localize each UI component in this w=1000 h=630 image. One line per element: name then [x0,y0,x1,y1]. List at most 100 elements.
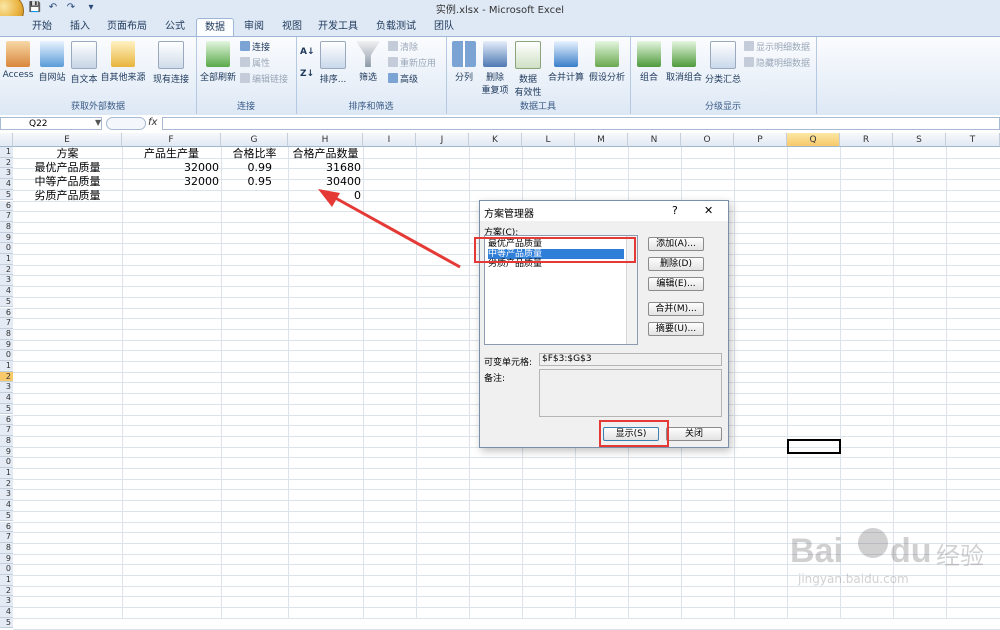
cell-production[interactable]: 32000 [122,162,219,174]
filter-button[interactable]: 筛选 [352,41,384,83]
sort-button[interactable]: 排序... [318,41,348,85]
help-icon[interactable]: ? [672,204,678,217]
column-header[interactable]: P [734,133,787,147]
select-all-corner[interactable] [0,133,13,147]
tab-load-test[interactable]: 负载测试 [368,18,424,35]
row-header[interactable]: 8 [0,221,13,233]
tab-page-layout[interactable]: 页面布局 [100,18,154,35]
close-icon[interactable]: ✕ [704,204,713,217]
tab-review[interactable]: 审阅 [236,18,272,35]
sort-za-icon[interactable]: Z↓ [300,67,314,81]
clear-button[interactable]: 清除 [388,41,418,55]
row-header[interactable]: 2 [0,264,13,276]
tab-developer[interactable]: 开发工具 [312,18,364,35]
row-header[interactable]: 2 [0,478,13,490]
row-header[interactable]: 9 [0,339,13,351]
cell-pass-rate[interactable]: 0.95 [221,176,273,188]
tab-data[interactable]: 数据 [196,18,234,36]
tab-insert[interactable]: 插入 [62,18,98,35]
column-header[interactable]: L [522,133,575,147]
row-header[interactable]: 7 [0,532,13,543]
sort-az-icon[interactable]: A↓ [300,45,315,59]
function-icon[interactable]: fx [148,117,157,128]
column-header[interactable]: T [946,133,1000,147]
column-header[interactable]: S [893,133,946,147]
row-header[interactable]: 5 [0,510,13,522]
row-header[interactable]: 9 [0,553,13,565]
column-header[interactable]: R [840,133,893,147]
row-header[interactable]: 5 [0,296,13,308]
merge-button[interactable]: 合并(M)... [648,302,704,316]
row-header[interactable]: 4 [0,500,13,511]
row-header[interactable]: 0 [0,457,13,468]
row-header[interactable]: 1 [0,147,13,158]
column-header-selected[interactable]: Q [787,133,840,147]
row-header[interactable]: 3 [0,382,13,394]
formula-input[interactable] [162,117,1000,130]
add-button[interactable]: 添加(A)... [648,237,704,251]
row-header[interactable]: 0 [0,564,13,575]
edit-links-button[interactable]: 编辑链接 [240,73,288,87]
row-header[interactable]: 5 [0,617,13,629]
row-header[interactable]: 0 [0,243,13,254]
row-header[interactable]: 2 [0,371,13,383]
row-header[interactable]: 6 [0,200,13,212]
row-header[interactable]: 5 [0,403,13,415]
summary-button[interactable]: 摘要(U)... [648,322,704,336]
cell-header-production[interactable]: 产品生产量 [122,148,221,160]
row-header[interactable]: 4 [0,607,13,618]
tab-home[interactable]: 开始 [24,18,60,35]
cell-header-scenario[interactable]: 方案 [13,148,122,160]
column-header[interactable]: K [469,133,522,147]
row-header[interactable]: 3 [0,596,13,608]
remove-duplicates-button[interactable]: 删除 重复项 [480,41,510,96]
ungroup-button[interactable]: 取消组合 [664,41,704,83]
hide-detail-button[interactable]: 隐藏明细数据 [744,57,810,71]
row-header[interactable]: 9 [0,446,13,458]
row-header[interactable]: 7 [0,425,13,436]
advanced-button[interactable]: 高级 [388,73,418,87]
row-header[interactable]: 3 [0,168,13,180]
access-button[interactable]: Access [0,41,36,80]
column-header[interactable]: E [13,133,122,147]
refresh-all-button[interactable]: 全部刷新 [198,41,238,83]
row-header[interactable]: 7 [0,211,13,222]
from-other-sources-button[interactable]: 自其他来源 [100,41,146,83]
group-button[interactable]: 组合 [634,41,664,83]
consolidate-button[interactable]: 合并计算 [546,41,586,83]
row-header[interactable]: 4 [0,179,13,190]
row-header[interactable]: 8 [0,435,13,447]
column-header[interactable]: I [363,133,416,147]
connections-button[interactable]: 连接 [240,41,270,55]
from-text-button[interactable]: 自文本 [68,41,100,85]
tab-team[interactable]: 团队 [426,18,462,35]
row-header[interactable]: 1 [0,468,13,479]
row-header[interactable]: 4 [0,286,13,297]
cell-header-pass-rate[interactable]: 合格比率 [221,148,288,160]
existing-connections-button[interactable]: 现有连接 [150,41,192,85]
cell-qualified[interactable]: 31680 [288,162,361,174]
name-box-dropdown-icon[interactable]: ▼ [95,118,101,127]
reapply-button[interactable]: 重新应用 [388,57,436,71]
row-header[interactable]: 2 [0,157,13,169]
row-header[interactable]: 3 [0,275,13,287]
row-header[interactable]: 1 [0,575,13,586]
cell-production[interactable]: 32000 [122,176,219,188]
row-header[interactable]: 3 [0,489,13,501]
column-header[interactable]: H [288,133,363,147]
row-header[interactable]: 8 [0,328,13,340]
cell-scenario[interactable]: 中等产品质量 [13,176,122,188]
column-header[interactable]: F [122,133,221,147]
row-header[interactable]: 7 [0,318,13,329]
column-header[interactable]: O [681,133,734,147]
what-if-analysis-button[interactable]: 假设分析 [586,41,628,83]
from-web-button[interactable]: 自网站 [36,41,68,83]
row-header[interactable]: 5 [0,189,13,201]
row-header[interactable]: 1 [0,361,13,372]
edit-button[interactable]: 编辑(E)... [648,277,704,291]
cell-pass-rate[interactable]: 0.99 [221,162,273,174]
row-header[interactable]: 6 [0,307,13,319]
cell-header-qualified[interactable]: 合格产品数量 [288,148,363,160]
column-header[interactable]: N [628,133,681,147]
name-box[interactable]: Q22 [0,117,102,130]
